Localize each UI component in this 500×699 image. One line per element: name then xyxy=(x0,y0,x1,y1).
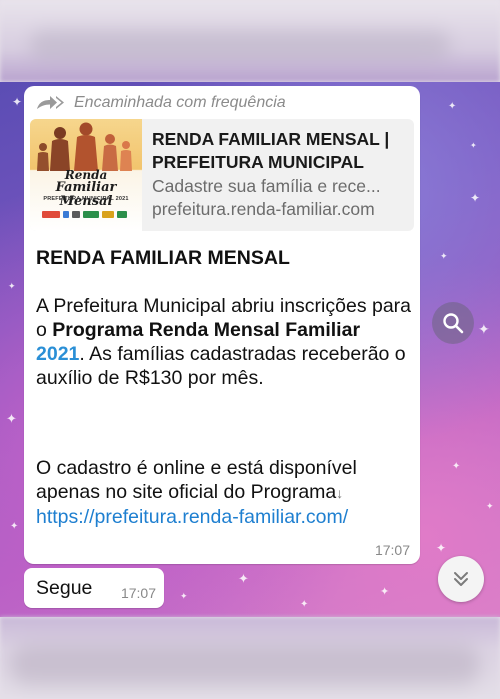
reply-text: Segue xyxy=(36,577,93,599)
link-preview-title: RENDA FAMILIAR MENSAL | PREFEITURA MUNIC… xyxy=(152,129,390,172)
link-preview-description: Cadastre sua família e rece... xyxy=(152,176,381,196)
link-preview[interactable]: Renda Familiar Mensal PREFEITURA MUNICIP… xyxy=(30,119,414,231)
search-button[interactable] xyxy=(432,302,474,344)
family-silhouette-image xyxy=(37,122,132,171)
message-p1-program-name: Programa Renda Mensal Familiar xyxy=(52,319,361,341)
link-preview-domain: prefeitura.renda-familiar.com xyxy=(152,199,375,219)
reply-timestamp: 17:07 xyxy=(120,585,156,601)
blurred-bottom-area xyxy=(0,617,500,699)
forwarded-indicator: Encaminhada com frequência xyxy=(36,92,286,114)
scroll-to-bottom-button[interactable] xyxy=(438,556,484,602)
link-preview-thumbnail: Renda Familiar Mensal PREFEITURA MUNICIP… xyxy=(30,119,142,231)
forwarded-message-bubble[interactable]: Encaminhada com frequência Renda Familia… xyxy=(24,86,420,564)
search-icon xyxy=(443,313,464,334)
message-paragraph-1: A Prefeitura Municipal abriu inscrições … xyxy=(36,294,412,390)
message-paragraph-2: O cadastro é online e está disponível ap… xyxy=(36,457,357,528)
thumbnail-line2: Familiar Mensal xyxy=(55,180,117,209)
forward-double-arrow-icon xyxy=(37,96,64,109)
message-timestamp: 17:07 xyxy=(374,542,410,558)
message-p2-text: O cadastro é online e está disponível ap… xyxy=(36,457,357,503)
message-link[interactable]: https://prefeitura.renda-familiar.com/ xyxy=(36,506,348,528)
message-p1-year: 2021 xyxy=(36,343,80,365)
chevron-double-down-icon xyxy=(454,572,468,586)
forwarded-label: Encaminhada com frequência xyxy=(74,94,286,111)
message-title: RENDA FAMILIAR MENSAL xyxy=(36,247,290,269)
blurred-top-area xyxy=(0,0,500,82)
thumbnail-line3: PREFEITURA MUNICIPAL 2021 xyxy=(43,196,129,202)
message-p1-text-b: . As famílias cadastradas receberão o au… xyxy=(36,343,406,389)
thumbnail-logos xyxy=(42,209,132,219)
reply-message-bubble[interactable]: Segue 17:07 xyxy=(24,568,164,608)
